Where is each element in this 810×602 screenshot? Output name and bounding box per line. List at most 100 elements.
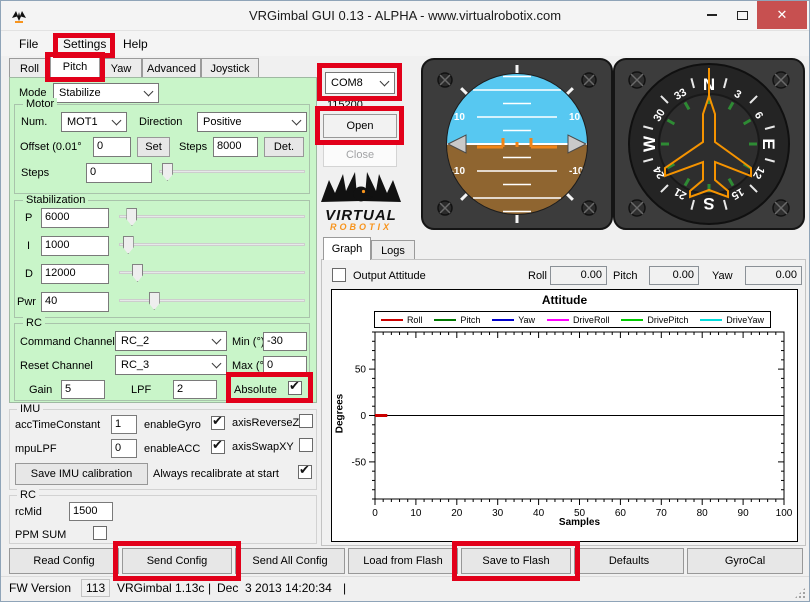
motor-legend: Motor: [23, 98, 57, 110]
svg-text:E: E: [759, 138, 778, 149]
steps2-label: Steps: [21, 167, 49, 179]
maximize-button[interactable]: [727, 1, 757, 29]
tab-joystick[interactable]: Joystick: [201, 58, 259, 78]
slider-thumb[interactable]: [123, 236, 134, 254]
logo-virtual-text: VIRTUAL: [319, 209, 403, 222]
d-slider[interactable]: [119, 263, 305, 283]
fw-version-value: 113: [81, 579, 110, 597]
maximize-icon: [737, 11, 748, 20]
menu-settings[interactable]: Settings: [57, 35, 112, 53]
slider-thumb[interactable]: [162, 163, 173, 181]
always-recalibrate-checkbox[interactable]: [298, 465, 312, 479]
enableacc-checkbox[interactable]: [211, 440, 225, 454]
command-channel-select[interactable]: RC_2: [115, 331, 227, 351]
max-input[interactable]: 0: [263, 356, 307, 375]
send-all-config-button[interactable]: Send All Config: [235, 548, 345, 574]
save-to-flash-button[interactable]: Save to Flash: [461, 548, 571, 574]
gain-label: Gain: [29, 384, 52, 396]
slider-thumb[interactable]: [132, 264, 143, 282]
tab-advanced[interactable]: Advanced: [142, 58, 201, 78]
slider-thumb[interactable]: [149, 292, 160, 310]
axisswapxy-checkbox[interactable]: [299, 438, 313, 452]
fw-version-label: FW Version: [9, 581, 71, 595]
offset-input[interactable]: 0: [93, 137, 131, 157]
menu-help[interactable]: Help: [117, 35, 154, 53]
read-config-button[interactable]: Read Config: [9, 548, 119, 574]
acctimeconstant-input[interactable]: 1: [111, 415, 137, 434]
minimize-icon: [707, 14, 717, 16]
svg-text:10: 10: [454, 112, 466, 123]
det-button[interactable]: Det.: [264, 137, 304, 157]
slider-track: [119, 271, 305, 274]
save-imu-calibration-button[interactable]: Save IMU calibration: [15, 463, 148, 485]
app-window: VRGimbal GUI 0.13 - ALPHA - www.virtualr…: [0, 0, 810, 602]
tab-graph[interactable]: Graph: [323, 237, 371, 260]
slider-track: [119, 299, 305, 302]
d-input[interactable]: 12000: [41, 264, 109, 284]
tab-yaw[interactable]: Yaw: [100, 58, 142, 78]
enablegyro-checkbox[interactable]: [211, 416, 225, 430]
minimize-button[interactable]: [697, 1, 727, 29]
motor-num-label: Num.: [21, 116, 47, 128]
rc-bottom-legend: RC: [17, 489, 39, 501]
status-separator: |: [208, 581, 211, 595]
resize-grip[interactable]: [794, 587, 806, 599]
steps-input[interactable]: 8000: [213, 137, 258, 157]
ppmsum-checkbox[interactable]: [93, 526, 107, 540]
title-bar: VRGimbal GUI 0.13 - ALPHA - www.virtualr…: [1, 1, 809, 31]
direction-select[interactable]: Positive: [197, 112, 307, 132]
close-button[interactable]: ✕: [757, 1, 807, 29]
roll-output-label: Roll: [528, 270, 547, 282]
absolute-label: Absolute: [234, 384, 277, 396]
min-input[interactable]: -30: [263, 332, 307, 351]
status-bar: FW Version 113 VRGimbal 1.13c | Dec 3 20…: [1, 576, 809, 602]
mpulpf-input[interactable]: 0: [111, 439, 137, 458]
d-label: D: [25, 268, 33, 280]
axisswapxy-label: axisSwapXY: [232, 441, 294, 453]
tab-logs[interactable]: Logs: [371, 240, 415, 260]
offset-label: Offset (0.01°: [20, 141, 82, 153]
pwr-input[interactable]: 40: [41, 292, 109, 312]
load-from-flash-button[interactable]: Load from Flash: [348, 548, 458, 574]
axisreversez-checkbox[interactable]: [299, 414, 313, 428]
baud-rate-value[interactable]: 115200: [327, 99, 363, 111]
gyrocal-button[interactable]: GyroCal: [687, 548, 803, 574]
output-attitude-checkbox[interactable]: [332, 268, 346, 282]
slider-thumb[interactable]: [126, 208, 137, 226]
eagle-icon: [319, 168, 403, 206]
send-config-button[interactable]: Send Config: [122, 548, 232, 574]
direction-label: Direction: [139, 116, 182, 128]
com-port-select[interactable]: COM8: [325, 72, 395, 94]
rcmid-input[interactable]: 1500: [69, 502, 113, 521]
pwr-slider[interactable]: [119, 291, 305, 311]
motor-num-select[interactable]: MOT1: [61, 112, 127, 132]
acctimeconstant-label: accTimeConstant: [15, 419, 100, 431]
attitude-indicator: 20201010-10-10-20-20: [421, 58, 613, 230]
p-slider[interactable]: [119, 207, 305, 227]
svg-text:W: W: [640, 135, 659, 152]
pitch-output-label: Pitch: [613, 270, 637, 282]
p-input[interactable]: 6000: [41, 208, 109, 228]
chart-plot-area: 0102030405060708090100-50050: [332, 290, 799, 543]
slider-track: [119, 243, 305, 246]
yaw-output-field: 0.00: [745, 266, 802, 285]
set-button[interactable]: Set: [137, 137, 170, 157]
defaults-button[interactable]: Defaults: [574, 548, 684, 574]
status-separator-2: |: [343, 581, 346, 595]
tab-roll[interactable]: Roll: [9, 58, 50, 78]
steps2-input[interactable]: 0: [86, 163, 152, 183]
lpf-input[interactable]: 2: [173, 380, 217, 399]
reset-channel-select[interactable]: RC_3: [115, 355, 227, 375]
always-recalibrate-label: Always recalibrate at start: [153, 468, 279, 480]
p-label: P: [25, 212, 32, 224]
i-slider[interactable]: [119, 235, 305, 255]
gain-input[interactable]: 5: [61, 380, 105, 399]
i-input[interactable]: 1000: [41, 236, 109, 256]
mode-select[interactable]: Stabilize: [53, 83, 159, 103]
close-button-serial[interactable]: Close: [323, 143, 397, 167]
absolute-checkbox[interactable]: [288, 381, 302, 395]
steps-slider[interactable]: [159, 162, 305, 182]
open-button[interactable]: Open: [323, 114, 397, 138]
tab-pitch[interactable]: Pitch: [50, 55, 100, 78]
menu-file[interactable]: File: [13, 35, 44, 53]
